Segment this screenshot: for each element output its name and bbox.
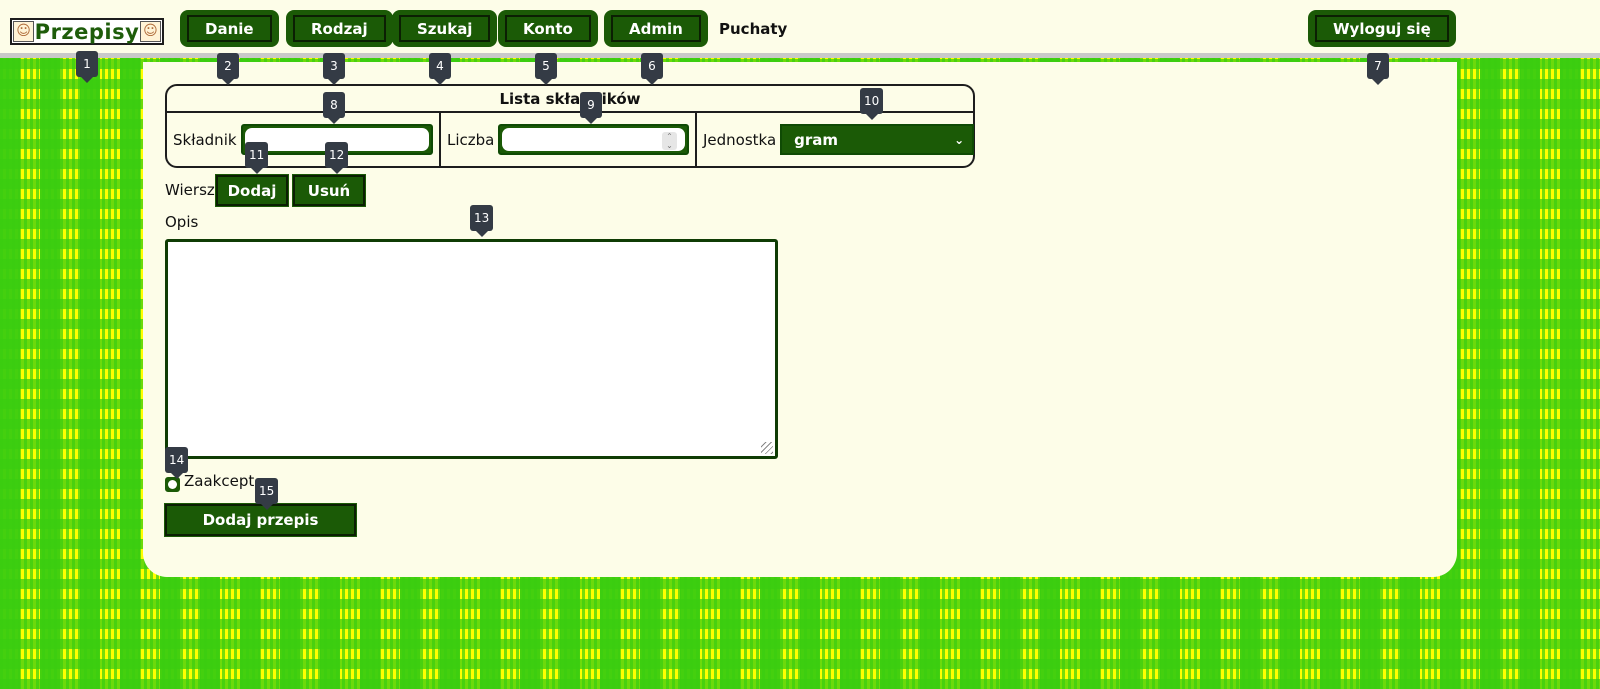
- unit-label: Jednostka: [703, 130, 777, 149]
- ingredient-cell: Składnik: [167, 113, 439, 166]
- spinner-icon[interactable]: ⌃ ⌄: [662, 132, 677, 150]
- add-row-label: Dodaj: [227, 181, 277, 200]
- marker-badge: 1: [76, 51, 98, 83]
- ingredients-title: Lista składników: [167, 86, 973, 113]
- logout-label: Wyloguj się: [1315, 15, 1449, 42]
- ingredient-label: Składnik: [173, 130, 237, 149]
- marker-badge: 11: [245, 142, 269, 174]
- resize-grip-icon[interactable]: [761, 442, 773, 454]
- nav-admin-button[interactable]: Admin: [604, 10, 708, 47]
- top-bar: ☺ Przepisy ☺ Danie Rodzaj Szukaj Konto A…: [0, 0, 1600, 58]
- username-label: Puchaty: [719, 20, 788, 38]
- amount-input[interactable]: ⌃ ⌄: [498, 124, 689, 155]
- remove-row-button[interactable]: Usuń: [292, 174, 366, 207]
- nav-konto-label: Konto: [505, 15, 591, 42]
- marker-badge: 14: [165, 447, 189, 479]
- marker-badge: 9: [580, 92, 602, 124]
- marker-badge: 5: [535, 53, 557, 85]
- marker-badge: 6: [641, 53, 663, 85]
- logo-link[interactable]: ☺ Przepisy ☺: [10, 18, 164, 45]
- checkbox-check-icon: [168, 480, 177, 489]
- remove-row-label: Usuń: [307, 181, 351, 200]
- recipe-form-panel: Lista składników Składnik Liczba ⌃ ⌄ Jedn…: [143, 62, 1457, 577]
- nav-danie-button[interactable]: Danie: [180, 10, 279, 47]
- marker-badge: 2: [217, 53, 239, 85]
- nav-szukaj-label: Szukaj: [399, 15, 491, 42]
- nav-szukaj-button[interactable]: Szukaj: [392, 10, 498, 47]
- unit-select[interactable]: gram ⌄: [780, 124, 975, 155]
- ingredient-row: Składnik Liczba ⌃ ⌄ Jednostka gram ⌄: [167, 113, 975, 166]
- logout-button[interactable]: Wyloguj się: [1308, 10, 1456, 47]
- nav-danie-label: Danie: [187, 15, 272, 42]
- description-textarea[interactable]: [165, 239, 778, 459]
- marker-badge: 13: [470, 205, 494, 237]
- unit-cell: Jednostka gram ⌄: [695, 113, 980, 166]
- amount-label: Liczba: [447, 130, 495, 149]
- logo-text: Przepisy: [34, 19, 140, 44]
- amount-cell: Liczba ⌃ ⌄: [439, 113, 695, 166]
- add-recipe-label: Dodaj przepis: [202, 511, 319, 529]
- cook-icon: ☺: [13, 21, 34, 42]
- marker-badge: 8: [323, 92, 345, 124]
- marker-badge: 12: [325, 142, 349, 174]
- nav-konto-button[interactable]: Konto: [498, 10, 598, 47]
- chevron-down-icon: ⌄: [954, 132, 965, 147]
- marker-badge: 4: [429, 53, 451, 85]
- accept-label: Zaakcept: [184, 472, 255, 490]
- nav-rodzaj-label: Rodzaj: [293, 15, 386, 42]
- marker-badge: 7: [1367, 53, 1389, 85]
- add-row-button[interactable]: Dodaj: [215, 174, 289, 207]
- row-label: Wiersz: [165, 181, 215, 199]
- accept-checkbox[interactable]: [165, 477, 180, 492]
- cook-icon: ☺: [139, 21, 161, 42]
- description-label: Opis: [165, 213, 199, 231]
- amount-input-value: [502, 128, 685, 151]
- marker-badge: 10: [860, 88, 884, 120]
- marker-badge: 3: [323, 53, 345, 85]
- ingredients-table: Lista składników Składnik Liczba ⌃ ⌄ Jedn…: [165, 84, 975, 168]
- nav-admin-label: Admin: [611, 15, 701, 42]
- nav-rodzaj-button[interactable]: Rodzaj: [286, 10, 393, 47]
- unit-select-value: gram: [794, 130, 839, 149]
- marker-badge: 15: [255, 478, 279, 510]
